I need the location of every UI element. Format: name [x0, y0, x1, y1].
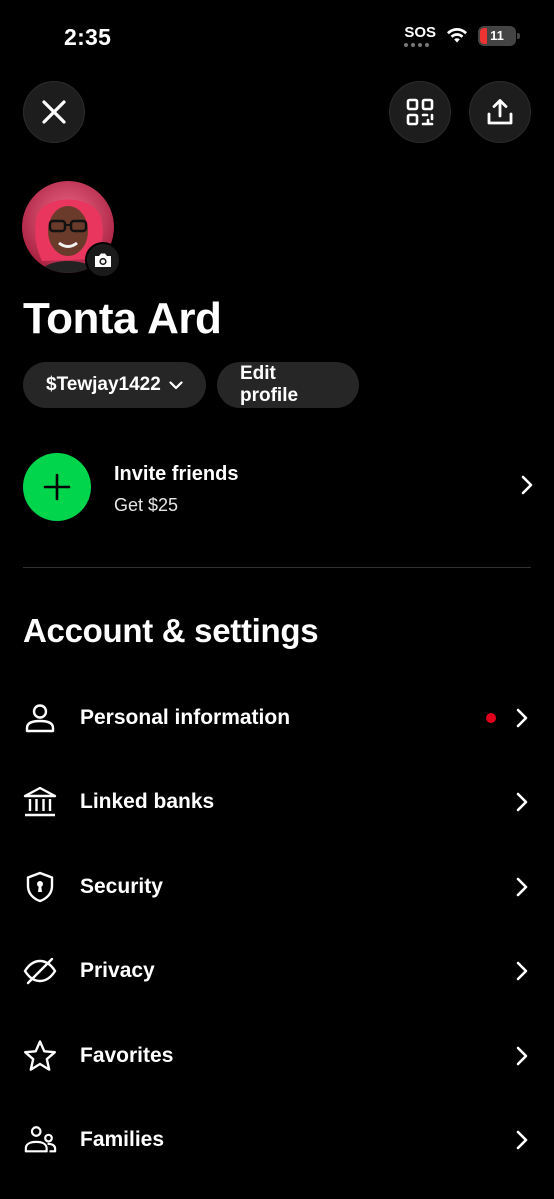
battery-level: 11 — [490, 28, 504, 43]
battery-indicator: 11 — [478, 25, 520, 46]
notification-dot — [486, 713, 496, 723]
section-title: Account & settings — [23, 612, 319, 649]
invite-plus-badge — [23, 453, 91, 521]
chevron-right-icon — [516, 1046, 528, 1065]
invite-title: Invite friends — [114, 463, 239, 485]
edit-profile-button[interactable]: Edit profile — [217, 362, 359, 408]
settings-item-label: Linked banks — [80, 790, 215, 814]
settings-item-label: Personal information — [80, 706, 291, 729]
cashtag-label: $Tewjay1422 — [46, 374, 161, 395]
cashtag-dropdown[interactable]: $Tewjay1422 — [23, 362, 206, 408]
settings-list: Personal information Linked banks Securi… — [0, 675, 554, 1181]
family-icon — [24, 1126, 57, 1153]
invite-subtitle: Get $25 — [114, 495, 179, 515]
qr-scan-icon — [406, 98, 434, 126]
chevron-right-icon — [516, 708, 528, 728]
chevron-down-icon — [169, 380, 183, 389]
person-icon — [25, 704, 55, 733]
bank-icon — [23, 787, 57, 817]
edit-profile-label: Edit profile — [240, 363, 299, 406]
wifi-icon — [447, 27, 467, 43]
star-icon — [24, 1039, 56, 1071]
status-time: 2:35 — [64, 24, 112, 50]
invite-friends-row[interactable]: Invite friends Get $25 — [23, 453, 533, 521]
sos-indicator: SOS — [404, 24, 436, 47]
profile-name: Tonta Ard — [23, 294, 222, 343]
settings-item-label: Favorites — [80, 1043, 174, 1067]
eye-slash-icon — [23, 957, 57, 985]
camera-icon — [95, 253, 111, 267]
settings-item-families[interactable]: Families — [0, 1097, 554, 1181]
status-bar: 2:35 SOS 11 — [0, 0, 554, 70]
share-icon — [487, 99, 513, 125]
sos-label: SOS — [404, 24, 436, 41]
divider — [23, 567, 531, 568]
settings-item-linked-banks[interactable]: Linked banks — [0, 759, 554, 843]
settings-item-personal-information[interactable]: Personal information — [0, 675, 554, 759]
chevron-right-icon — [516, 961, 528, 981]
qr-scan-button[interactable] — [389, 81, 451, 143]
settings-item-label: Families — [80, 1127, 165, 1151]
settings-item-security[interactable]: Security — [0, 844, 554, 928]
settings-item-privacy[interactable]: Privacy — [0, 928, 554, 1012]
shield-icon — [26, 871, 54, 902]
close-button[interactable] — [23, 81, 85, 143]
chevron-right-icon — [516, 877, 528, 897]
signal-dots — [404, 43, 436, 47]
share-button[interactable] — [469, 81, 531, 143]
chevron-right-icon — [516, 793, 528, 812]
settings-item-label: Security — [80, 874, 163, 898]
settings-item-label: Privacy — [80, 959, 155, 983]
plus-icon — [43, 473, 71, 501]
chevron-right-icon — [516, 1130, 528, 1150]
chevron-right-icon — [521, 475, 533, 495]
change-photo-button[interactable] — [85, 242, 121, 278]
settings-item-favorites[interactable]: Favorites — [0, 1013, 554, 1097]
status-indicators: SOS 11 — [404, 24, 520, 47]
close-icon — [42, 100, 66, 124]
